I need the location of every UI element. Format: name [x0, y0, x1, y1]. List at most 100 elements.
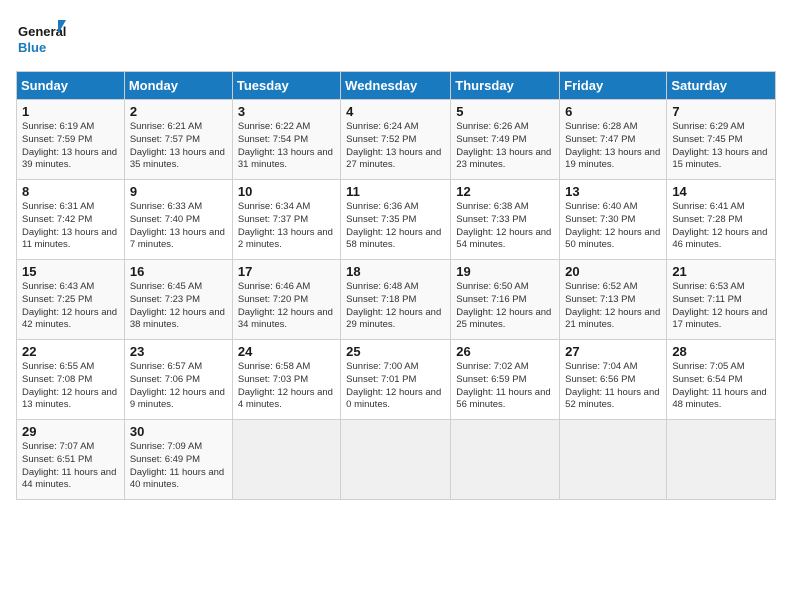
- weekday-header: Wednesday: [341, 72, 451, 100]
- day-number: 11: [346, 184, 445, 199]
- calendar-cell: 25 Sunrise: 7:00 AM Sunset: 7:01 PM Dayl…: [341, 340, 451, 420]
- day-number: 19: [456, 264, 554, 279]
- day-number: 26: [456, 344, 554, 359]
- weekday-header: Saturday: [667, 72, 776, 100]
- calendar-cell: 12 Sunrise: 6:38 AM Sunset: 7:33 PM Dayl…: [451, 180, 560, 260]
- weekday-header: Sunday: [17, 72, 125, 100]
- day-info: Sunrise: 6:31 AM Sunset: 7:42 PM Dayligh…: [22, 201, 119, 252]
- calendar-cell: 19 Sunrise: 6:50 AM Sunset: 7:16 PM Dayl…: [451, 260, 560, 340]
- day-number: 20: [565, 264, 661, 279]
- calendar-cell: 13 Sunrise: 6:40 AM Sunset: 7:30 PM Dayl…: [560, 180, 667, 260]
- day-number: 9: [130, 184, 227, 199]
- calendar-cell: 7 Sunrise: 6:29 AM Sunset: 7:45 PM Dayli…: [667, 100, 776, 180]
- calendar-cell: 1 Sunrise: 6:19 AM Sunset: 7:59 PM Dayli…: [17, 100, 125, 180]
- day-number: 16: [130, 264, 227, 279]
- day-info: Sunrise: 6:46 AM Sunset: 7:20 PM Dayligh…: [238, 281, 335, 332]
- calendar-cell: 30 Sunrise: 7:09 AM Sunset: 6:49 PM Dayl…: [124, 420, 232, 500]
- day-info: Sunrise: 7:04 AM Sunset: 6:56 PM Dayligh…: [565, 361, 661, 412]
- day-info: Sunrise: 6:24 AM Sunset: 7:52 PM Dayligh…: [346, 121, 445, 172]
- day-info: Sunrise: 6:48 AM Sunset: 7:18 PM Dayligh…: [346, 281, 445, 332]
- weekday-header: Monday: [124, 72, 232, 100]
- day-info: Sunrise: 6:28 AM Sunset: 7:47 PM Dayligh…: [565, 121, 661, 172]
- calendar-cell: 21 Sunrise: 6:53 AM Sunset: 7:11 PM Dayl…: [667, 260, 776, 340]
- calendar-cell: 24 Sunrise: 6:58 AM Sunset: 7:03 PM Dayl…: [232, 340, 340, 420]
- day-number: 13: [565, 184, 661, 199]
- calendar-cell: 15 Sunrise: 6:43 AM Sunset: 7:25 PM Dayl…: [17, 260, 125, 340]
- calendar-cell: 4 Sunrise: 6:24 AM Sunset: 7:52 PM Dayli…: [341, 100, 451, 180]
- day-info: Sunrise: 6:41 AM Sunset: 7:28 PM Dayligh…: [672, 201, 770, 252]
- calendar-cell: 2 Sunrise: 6:21 AM Sunset: 7:57 PM Dayli…: [124, 100, 232, 180]
- day-info: Sunrise: 6:43 AM Sunset: 7:25 PM Dayligh…: [22, 281, 119, 332]
- calendar-cell: [232, 420, 340, 500]
- day-number: 1: [22, 104, 119, 119]
- calendar-cell: [341, 420, 451, 500]
- calendar-week: 1 Sunrise: 6:19 AM Sunset: 7:59 PM Dayli…: [17, 100, 776, 180]
- day-number: 7: [672, 104, 770, 119]
- day-number: 6: [565, 104, 661, 119]
- weekday-header: Thursday: [451, 72, 560, 100]
- day-info: Sunrise: 6:22 AM Sunset: 7:54 PM Dayligh…: [238, 121, 335, 172]
- day-info: Sunrise: 6:55 AM Sunset: 7:08 PM Dayligh…: [22, 361, 119, 412]
- calendar-cell: 26 Sunrise: 7:02 AM Sunset: 6:59 PM Dayl…: [451, 340, 560, 420]
- calendar-cell: 3 Sunrise: 6:22 AM Sunset: 7:54 PM Dayli…: [232, 100, 340, 180]
- day-number: 5: [456, 104, 554, 119]
- day-info: Sunrise: 6:58 AM Sunset: 7:03 PM Dayligh…: [238, 361, 335, 412]
- day-info: Sunrise: 6:19 AM Sunset: 7:59 PM Dayligh…: [22, 121, 119, 172]
- calendar-cell: 29 Sunrise: 7:07 AM Sunset: 6:51 PM Dayl…: [17, 420, 125, 500]
- day-info: Sunrise: 7:09 AM Sunset: 6:49 PM Dayligh…: [130, 441, 227, 492]
- calendar-header: SundayMondayTuesdayWednesdayThursdayFrid…: [17, 72, 776, 100]
- day-info: Sunrise: 6:57 AM Sunset: 7:06 PM Dayligh…: [130, 361, 227, 412]
- day-number: 17: [238, 264, 335, 279]
- day-info: Sunrise: 6:52 AM Sunset: 7:13 PM Dayligh…: [565, 281, 661, 332]
- logo-svg: General Blue: [16, 16, 66, 61]
- day-number: 14: [672, 184, 770, 199]
- day-info: Sunrise: 7:07 AM Sunset: 6:51 PM Dayligh…: [22, 441, 119, 492]
- calendar-week: 29 Sunrise: 7:07 AM Sunset: 6:51 PM Dayl…: [17, 420, 776, 500]
- calendar-cell: 8 Sunrise: 6:31 AM Sunset: 7:42 PM Dayli…: [17, 180, 125, 260]
- calendar-cell: 22 Sunrise: 6:55 AM Sunset: 7:08 PM Dayl…: [17, 340, 125, 420]
- calendar-week: 15 Sunrise: 6:43 AM Sunset: 7:25 PM Dayl…: [17, 260, 776, 340]
- weekday-header: Friday: [560, 72, 667, 100]
- day-number: 27: [565, 344, 661, 359]
- day-info: Sunrise: 7:05 AM Sunset: 6:54 PM Dayligh…: [672, 361, 770, 412]
- day-info: Sunrise: 6:33 AM Sunset: 7:40 PM Dayligh…: [130, 201, 227, 252]
- calendar-cell: 16 Sunrise: 6:45 AM Sunset: 7:23 PM Dayl…: [124, 260, 232, 340]
- svg-text:Blue: Blue: [18, 40, 46, 55]
- day-info: Sunrise: 6:36 AM Sunset: 7:35 PM Dayligh…: [346, 201, 445, 252]
- calendar-cell: 18 Sunrise: 6:48 AM Sunset: 7:18 PM Dayl…: [341, 260, 451, 340]
- day-number: 23: [130, 344, 227, 359]
- calendar-cell: 6 Sunrise: 6:28 AM Sunset: 7:47 PM Dayli…: [560, 100, 667, 180]
- day-number: 15: [22, 264, 119, 279]
- day-number: 18: [346, 264, 445, 279]
- day-info: Sunrise: 6:40 AM Sunset: 7:30 PM Dayligh…: [565, 201, 661, 252]
- day-info: Sunrise: 6:50 AM Sunset: 7:16 PM Dayligh…: [456, 281, 554, 332]
- day-info: Sunrise: 6:34 AM Sunset: 7:37 PM Dayligh…: [238, 201, 335, 252]
- day-number: 21: [672, 264, 770, 279]
- logo: General Blue: [16, 16, 66, 61]
- day-info: Sunrise: 7:02 AM Sunset: 6:59 PM Dayligh…: [456, 361, 554, 412]
- day-number: 29: [22, 424, 119, 439]
- weekday-header: Tuesday: [232, 72, 340, 100]
- calendar-cell: [451, 420, 560, 500]
- calendar-week: 8 Sunrise: 6:31 AM Sunset: 7:42 PM Dayli…: [17, 180, 776, 260]
- calendar-week: 22 Sunrise: 6:55 AM Sunset: 7:08 PM Dayl…: [17, 340, 776, 420]
- day-info: Sunrise: 6:21 AM Sunset: 7:57 PM Dayligh…: [130, 121, 227, 172]
- day-info: Sunrise: 6:26 AM Sunset: 7:49 PM Dayligh…: [456, 121, 554, 172]
- day-info: Sunrise: 6:29 AM Sunset: 7:45 PM Dayligh…: [672, 121, 770, 172]
- calendar-cell: 9 Sunrise: 6:33 AM Sunset: 7:40 PM Dayli…: [124, 180, 232, 260]
- calendar-cell: 23 Sunrise: 6:57 AM Sunset: 7:06 PM Dayl…: [124, 340, 232, 420]
- calendar-cell: 11 Sunrise: 6:36 AM Sunset: 7:35 PM Dayl…: [341, 180, 451, 260]
- page-header: General Blue: [16, 16, 776, 61]
- day-number: 2: [130, 104, 227, 119]
- calendar-cell: [560, 420, 667, 500]
- day-number: 25: [346, 344, 445, 359]
- day-number: 10: [238, 184, 335, 199]
- calendar-table: SundayMondayTuesdayWednesdayThursdayFrid…: [16, 71, 776, 500]
- day-number: 30: [130, 424, 227, 439]
- calendar-cell: 14 Sunrise: 6:41 AM Sunset: 7:28 PM Dayl…: [667, 180, 776, 260]
- day-number: 8: [22, 184, 119, 199]
- calendar-cell: [667, 420, 776, 500]
- calendar-cell: 27 Sunrise: 7:04 AM Sunset: 6:56 PM Dayl…: [560, 340, 667, 420]
- calendar-cell: 28 Sunrise: 7:05 AM Sunset: 6:54 PM Dayl…: [667, 340, 776, 420]
- day-info: Sunrise: 6:45 AM Sunset: 7:23 PM Dayligh…: [130, 281, 227, 332]
